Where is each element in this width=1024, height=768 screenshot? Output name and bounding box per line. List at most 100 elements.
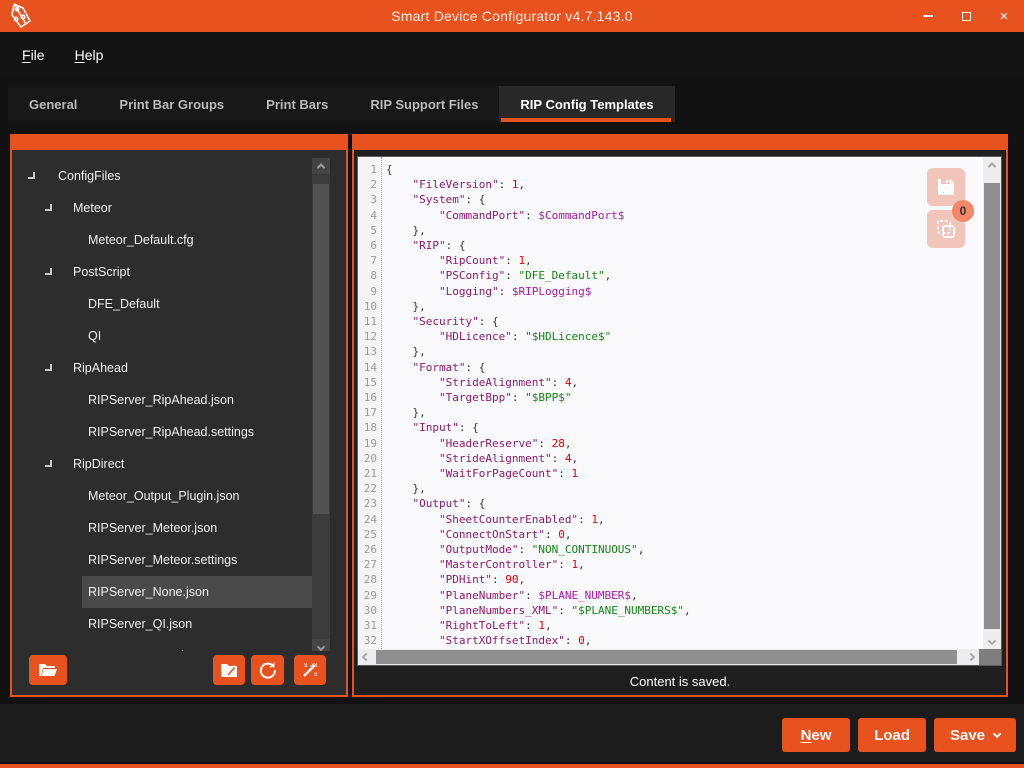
code-line: }, xyxy=(386,223,983,238)
tree-item-ripserver-ripahead-settings[interactable]: RIPServer_RipAhead.settings xyxy=(12,416,346,448)
menu-file[interactable]: File xyxy=(16,43,51,67)
code-line: "ConnectOnStart": 0, xyxy=(386,527,983,542)
tree-expander-icon[interactable] xyxy=(45,364,52,371)
refresh-button[interactable] xyxy=(251,655,284,685)
line-number: 29 xyxy=(358,588,381,603)
tree-item-ripserver-meteor-json[interactable]: RIPServer_Meteor.json xyxy=(12,512,346,544)
line-number: 9 xyxy=(358,284,381,299)
tree-item-ripserver-ripahead-json[interactable]: RIPServer_RipAhead.json xyxy=(12,384,346,416)
editor-scroll-right-arrow[interactable] xyxy=(963,649,979,665)
close-button[interactable]: × xyxy=(992,4,1016,28)
tree-scroll-up-arrow[interactable] xyxy=(312,158,330,174)
tree-expander-icon[interactable] xyxy=(45,204,52,211)
tree-item-ripserver-qi-json[interactable]: RIPServer_QI.json xyxy=(12,608,346,640)
tree-item-ripserver-meteor-settings[interactable]: RIPServer_Meteor.settings xyxy=(12,544,346,576)
tree-expander-icon[interactable] xyxy=(45,460,52,467)
code-line: }, xyxy=(386,344,983,359)
editor-horizontal-scrollbar[interactable] xyxy=(358,649,1001,665)
code-line: "StrideAlignment": 4, xyxy=(386,375,983,390)
tree-item-label: RIPServer_Meteor.settings xyxy=(88,553,237,567)
tree-item-label: RIPServer_QI.json xyxy=(88,617,192,631)
code-line: "RIP": { xyxy=(386,238,983,253)
tree-item-meteor-output-plugin-json[interactable]: Meteor_Output_Plugin.json xyxy=(12,480,346,512)
line-number: 27 xyxy=(358,557,381,572)
new-button[interactable]: New xyxy=(782,718,850,752)
tree-item-ripserver-none-json[interactable]: RIPServer_None.json xyxy=(12,576,346,608)
tab-general[interactable]: General xyxy=(8,86,98,122)
line-number: 12 xyxy=(358,329,381,344)
code-line: "Input": { xyxy=(386,420,983,435)
line-number: 6 xyxy=(358,238,381,253)
template-editor-panel: 1234567891011121314151617181920212223242… xyxy=(352,134,1008,697)
code-line: "StartXOffsetIndex": 0, xyxy=(386,633,983,648)
line-number: 4 xyxy=(358,208,381,223)
tree-item-ripahead[interactable]: RipAhead xyxy=(12,352,346,384)
line-number: 5 xyxy=(358,223,381,238)
line-number-gutter: 1234567891011121314151617181920212223242… xyxy=(358,157,382,649)
editor-vertical-scrollbar[interactable] xyxy=(983,157,1001,649)
code-line: "SheetCounterEnabled": 1, xyxy=(386,512,983,527)
tree-item-label: RipDirect xyxy=(73,457,124,471)
title-bar: Smart Device Configurator v4.7.143.0 × xyxy=(0,0,1024,32)
line-number: 23 xyxy=(358,496,381,511)
line-number: 8 xyxy=(358,268,381,283)
tab-rip-support-files[interactable]: RIP Support Files xyxy=(349,86,499,122)
template-code-editor[interactable]: 1234567891011121314151617181920212223242… xyxy=(357,156,1002,666)
tree-item-label: Meteor xyxy=(73,201,112,215)
line-number: 25 xyxy=(358,527,381,542)
minimize-icon xyxy=(923,15,933,17)
load-button[interactable]: Load xyxy=(858,718,926,752)
menu-help[interactable]: Help xyxy=(69,43,110,67)
line-number: 20 xyxy=(358,451,381,466)
editor-scroll-up-arrow[interactable] xyxy=(983,157,1001,173)
tree-item-qi[interactable]: QI xyxy=(12,320,346,352)
editor-hscrollbar-thumb[interactable] xyxy=(376,650,957,664)
tab-rip-config-templates[interactable]: RIP Config Templates xyxy=(499,86,674,122)
window-bottom-edge xyxy=(0,764,1024,768)
maximize-button[interactable] xyxy=(954,4,978,28)
code-line: "WaitForPageCount": 1 xyxy=(386,466,983,481)
code-line: "FileVersion": 1, xyxy=(386,177,983,192)
tree-scrollbar-thumb[interactable] xyxy=(313,184,329,514)
line-number: 3 xyxy=(358,192,381,207)
tab-print-bars[interactable]: Print Bars xyxy=(245,86,349,122)
tree-expander-icon[interactable] xyxy=(28,172,35,179)
tree-item-meteor-default-cfg[interactable]: Meteor_Default.cfg xyxy=(12,224,346,256)
svg-text:x: x xyxy=(304,663,308,669)
code-area[interactable]: { "FileVersion": 1, "System": { "Command… xyxy=(383,157,983,649)
close-icon: × xyxy=(1000,9,1009,24)
tree-item-meteor[interactable]: Meteor xyxy=(12,192,346,224)
tree-item-ripdirect[interactable]: RipDirect xyxy=(12,448,346,480)
edit-folder-button[interactable] xyxy=(213,655,245,685)
tree-item-label: Meteor_Default.cfg xyxy=(88,233,194,247)
editor-status-text: Content is saved. xyxy=(354,674,1006,689)
auto-config-button[interactable]: xxx xyxy=(294,655,326,685)
save-button[interactable]: Save xyxy=(934,718,1016,752)
editor-scroll-left-arrow[interactable] xyxy=(358,649,374,665)
editor-vscrollbar-thumb[interactable] xyxy=(984,183,1000,629)
open-folder-button[interactable] xyxy=(29,655,67,685)
window-title: Smart Device Configurator v4.7.143.0 xyxy=(0,8,1024,24)
tree-scrollbar[interactable] xyxy=(312,158,330,655)
tree-panel-header xyxy=(12,136,346,150)
tab-print-bar-groups[interactable]: Print Bar Groups xyxy=(98,86,245,122)
minimize-button[interactable] xyxy=(916,4,940,28)
config-file-tree: ConfigFiles Meteor Meteor_Default.cfg PostS… xyxy=(12,160,346,695)
code-line: "MasterController": 1, xyxy=(386,557,983,572)
tree-item-dfe-default[interactable]: DFE_Default xyxy=(12,288,346,320)
tree-expander-icon[interactable] xyxy=(45,268,52,275)
svg-text:x: x xyxy=(314,663,318,669)
tab-strip: GeneralPrint Bar GroupsPrint BarsRIP Sup… xyxy=(8,86,675,122)
code-line: "PSConfig": "DFE_Default", xyxy=(386,268,983,283)
save-template-icon xyxy=(936,177,956,197)
line-number: 19 xyxy=(358,436,381,451)
line-number: 22 xyxy=(358,481,381,496)
code-line: "System": { xyxy=(386,192,983,207)
tree-item-postscript[interactable]: PostScript xyxy=(12,256,346,288)
tree-item-label: RIPServer_RipAhead.json xyxy=(88,393,234,407)
line-number: 17 xyxy=(358,405,381,420)
editor-scroll-down-arrow[interactable] xyxy=(983,633,1001,649)
code-line: "PlaneNumber": $PLANE_NUMBER$, xyxy=(386,588,983,603)
tree-item-configfiles[interactable]: ConfigFiles xyxy=(12,160,346,192)
code-line: }, xyxy=(386,481,983,496)
